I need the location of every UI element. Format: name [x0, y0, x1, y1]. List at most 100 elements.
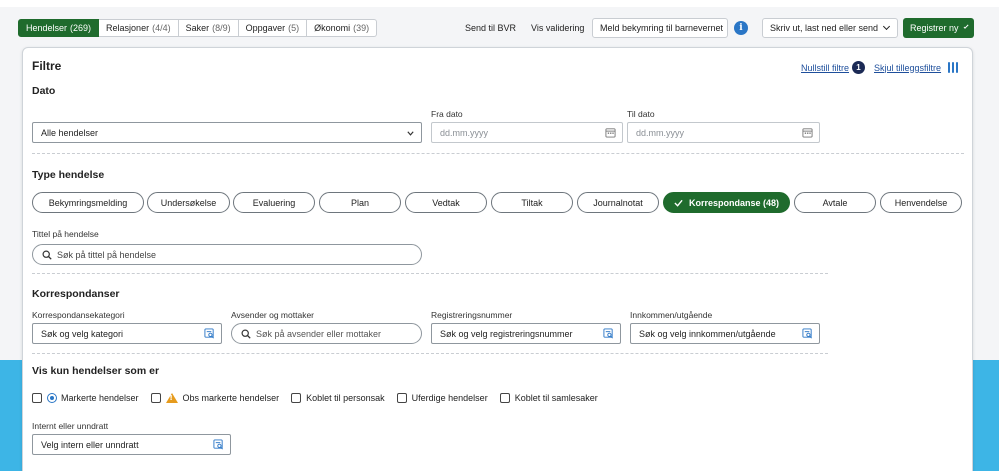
pill-label: Vedtak [432, 197, 460, 208]
top-strip [0, 0, 999, 7]
warning-icon [165, 393, 178, 403]
sender-receiver-placeholder: Søk på avsender eller mottaker [256, 328, 382, 339]
pill-vedtak[interactable]: Vedtak [405, 192, 487, 213]
list-search-icon [204, 328, 214, 339]
filter-sliders-icon[interactable] [948, 62, 959, 73]
pill-label: Plan [350, 197, 369, 208]
internal-withheld-select[interactable]: Velg intern eller unndratt [32, 434, 231, 455]
print-download-send-label: Skriv ut, last ned eller send [770, 23, 879, 33]
incoming-outgoing-select[interactable]: Søk og velg innkommen/utgående [630, 323, 820, 344]
tab-saker[interactable]: Saker (8/9) [178, 19, 239, 37]
internal-withheld-label: Internt eller unndratt [32, 421, 109, 431]
marked-events-label: Markerte hendelser [61, 393, 139, 403]
info-icon[interactable]: i [734, 21, 748, 35]
pill-korrespondanse[interactable]: Korrespondanse (48) [663, 192, 790, 213]
report-concern-button[interactable]: Meld bekymring til barnevernet [592, 18, 728, 38]
divider [32, 353, 828, 354]
divider [32, 153, 964, 154]
tab-count: (39) [353, 23, 370, 33]
pill-henvendelse[interactable]: Henvendelse [880, 192, 962, 213]
list-search-icon [802, 328, 812, 339]
send-bvr-label: Send til BVR [465, 23, 517, 33]
sender-receiver-label: Avsender og mottaker [231, 310, 314, 320]
to-date-label: Til dato [627, 109, 655, 119]
registration-number-label: Registreringsnummer [431, 310, 513, 320]
pill-bekymringsmelding[interactable]: Bekymringsmelding [32, 192, 144, 213]
calendar-icon[interactable] [802, 127, 813, 138]
pill-label: Evaluering [252, 197, 296, 208]
chevron-down-icon [883, 22, 891, 31]
tab-count: (4/4) [152, 23, 171, 33]
reset-filters-link[interactable]: Nullstill filtre [801, 63, 849, 73]
search-icon [42, 250, 52, 260]
search-icon [241, 329, 251, 339]
from-date-label: Fra dato [431, 109, 463, 119]
tab-count: (269) [70, 23, 92, 33]
checkbox[interactable] [150, 393, 161, 403]
checkbox[interactable] [291, 393, 302, 403]
calendar-icon[interactable] [605, 127, 616, 138]
event-title-search[interactable]: Søk på tittel på hendelse [32, 244, 422, 265]
list-search-icon [603, 328, 613, 339]
to-date-placeholder: dd.mm.yyyy [636, 127, 685, 138]
linked-personal-checkbox[interactable]: Koblet til personsak [291, 393, 385, 403]
pill-undersokelse[interactable]: Undersøkelse [147, 192, 230, 213]
category-label: Korrespondansekategori [32, 310, 125, 320]
tab-count: (8/9) [212, 23, 231, 33]
registration-number-select[interactable]: Søk og velg registreringsnummer [431, 323, 621, 344]
pill-label: Henvendelse [894, 197, 948, 208]
pill-journalnotat[interactable]: Journalnotat [577, 192, 659, 213]
pill-label: Undersøkelse [160, 197, 217, 208]
date-range-select[interactable]: Alle hendelser [32, 122, 422, 143]
show-only-heading: Vis kun hendelser som er [32, 365, 160, 377]
register-new-button[interactable]: Registrer ny [903, 18, 974, 38]
tab-label: Hendelser [26, 23, 68, 33]
pill-tiltak[interactable]: Tiltak [491, 192, 573, 213]
tab-hendelser[interactable]: Hendelser (269) [18, 19, 100, 37]
pill-avtale[interactable]: Avtale [794, 192, 876, 213]
to-date-input[interactable]: dd.mm.yyyy [627, 122, 820, 143]
tab-label: Saker [185, 23, 210, 33]
pill-evaluering[interactable]: Evaluering [233, 192, 315, 213]
event-type-heading: Type hendelse [32, 169, 105, 181]
registration-number-value: Søk og velg registreringsnummer [440, 328, 573, 339]
linked-collection-checkbox[interactable]: Koblet til samlesaker [499, 393, 598, 403]
from-date-input[interactable]: dd.mm.yyyy [431, 122, 623, 143]
internal-withheld-value: Velg intern eller unndratt [41, 439, 139, 450]
checkbox[interactable] [499, 393, 510, 403]
show-validation-link[interactable]: Vis validering [531, 18, 584, 38]
tab-oppgaver[interactable]: Oppgaver (5) [238, 19, 308, 37]
checkbox[interactable] [32, 393, 42, 403]
pill-plan[interactable]: Plan [319, 192, 401, 213]
obs-marked-checkbox[interactable]: Obs markerte hendelser [150, 393, 279, 403]
event-title-placeholder: Søk på tittel på hendelse [57, 249, 157, 260]
event-tabs: Hendelser (269) Relasjoner (4/4) Saker (8/9… [18, 19, 378, 37]
active-filter-count-badge: 1 [852, 61, 866, 74]
tab-relasjoner[interactable]: Relasjoner (4/4) [99, 19, 179, 37]
pill-label: Korrespondanse (48) [688, 197, 780, 208]
pill-label: Bekymringsmelding [48, 197, 128, 208]
hide-extra-filters-link[interactable]: Skjul tilleggsfiltre [874, 63, 941, 73]
print-download-send-dropdown[interactable]: Skriv ut, last ned eller send [762, 18, 898, 38]
show-only-options: Markerte hendelser Obs markerte hendelse… [32, 393, 610, 403]
checkbox[interactable] [396, 393, 407, 403]
tab-okonomi[interactable]: Økonomi (39) [307, 19, 378, 37]
unfinished-label: Uferdige hendelser [411, 393, 488, 403]
from-date-placeholder: dd.mm.yyyy [440, 127, 489, 138]
register-new-label: Registrer ny [910, 23, 959, 33]
send-bvr-link[interactable]: Send til BVR [465, 18, 516, 38]
category-select[interactable]: Søk og velg kategori [32, 323, 222, 344]
marked-dot-icon [47, 393, 57, 403]
pill-label: Tiltak [521, 197, 543, 208]
incoming-outgoing-label: Innkommen/utgående [630, 310, 713, 320]
marked-events-checkbox[interactable]: Markerte hendelser [32, 393, 139, 403]
unfinished-checkbox[interactable]: Uferdige hendelser [396, 393, 488, 403]
correspondence-heading: Korrespondanser [32, 288, 120, 300]
sender-receiver-search[interactable]: Søk på avsender eller mottaker [231, 323, 422, 344]
tab-label: Oppgaver [245, 23, 286, 33]
linked-personal-label: Koblet til personsak [306, 393, 385, 403]
date-section-heading: Dato [32, 85, 56, 97]
divider [32, 273, 828, 274]
report-concern-label: Meld bekymring til barnevernet [600, 23, 724, 33]
tab-count: (5) [288, 23, 300, 33]
